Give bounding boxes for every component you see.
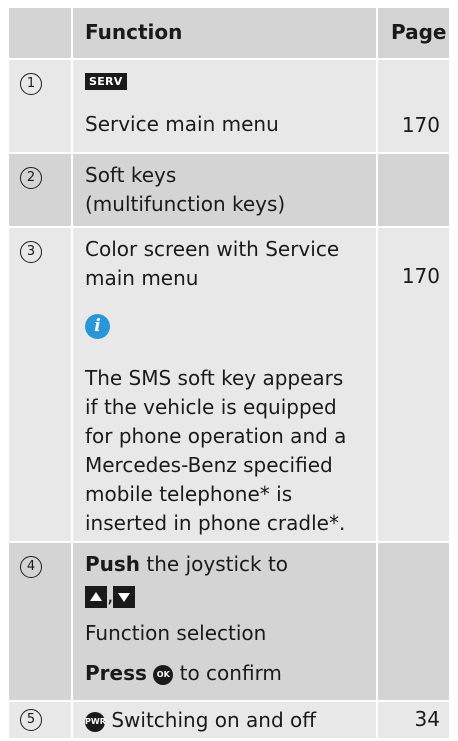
press-instruction: Press OK to confirm — [85, 659, 282, 688]
header-function-cell: Function — [71, 8, 376, 58]
push-rest: the joystick to — [140, 552, 289, 576]
note-line: Mercedes-Benz specified — [85, 453, 333, 477]
arrow-keys: , — [85, 581, 136, 610]
header-num-cell — [9, 8, 71, 58]
push-instruction: Push the joystick to — [85, 550, 288, 579]
note-line: for phone operation and a — [85, 424, 347, 448]
note-line: The SMS soft key appears — [85, 366, 344, 390]
row-number: 1 — [20, 73, 42, 95]
ok-button-icon: OK — [153, 664, 174, 685]
header-page: Page — [391, 20, 447, 44]
row-text-line2: (multifunction keys) — [85, 192, 286, 216]
table-row: 4 Push the joystick to , Function select… — [9, 543, 449, 702]
power-button-icon: PWR — [85, 711, 106, 732]
press-rest: to confirm — [173, 661, 282, 685]
row-number: 5 — [20, 709, 42, 731]
note-line: inserted in phone cradle*. — [85, 511, 346, 535]
row-text-line2: main menu — [85, 266, 199, 290]
table-header: Function Page — [9, 8, 449, 60]
page-number: 170 — [401, 113, 440, 137]
row-number: 3 — [20, 241, 42, 263]
row-text-line1: Soft keys — [85, 163, 177, 187]
table-row: 3 Color screen with Service main menu i … — [9, 228, 449, 543]
arrow-down-key-icon — [113, 585, 136, 608]
header-function: Function — [85, 20, 183, 44]
note-line: if the vehicle is equipped — [85, 395, 337, 419]
row-text: PWR Switching on and off — [85, 706, 316, 735]
note-line: mobile telephone* is — [85, 482, 293, 506]
row-text: Function selection — [85, 621, 267, 645]
row-number: 4 — [20, 556, 42, 578]
row-number: 2 — [20, 167, 42, 189]
table-row: 5 PWR Switching on and off 34 — [9, 702, 449, 740]
header-page-cell: Page — [376, 8, 449, 58]
table-row: 1 SERV Service main menu 170 — [9, 60, 449, 154]
table-row: 2 Soft keys (multifunction keys) — [9, 154, 449, 228]
pwr-text: Switching on and off — [105, 708, 317, 732]
arrow-up-key-icon — [85, 585, 107, 608]
serv-key-icon: SERV — [85, 73, 127, 90]
press-bold: Press — [85, 661, 147, 685]
page-number: 34 — [414, 707, 440, 731]
push-bold: Push — [85, 552, 141, 576]
page-number: 170 — [401, 264, 440, 288]
row-text: Service main menu — [85, 112, 279, 136]
info-icon: i — [85, 314, 110, 339]
row-text-line1: Color screen with Service — [85, 237, 340, 261]
